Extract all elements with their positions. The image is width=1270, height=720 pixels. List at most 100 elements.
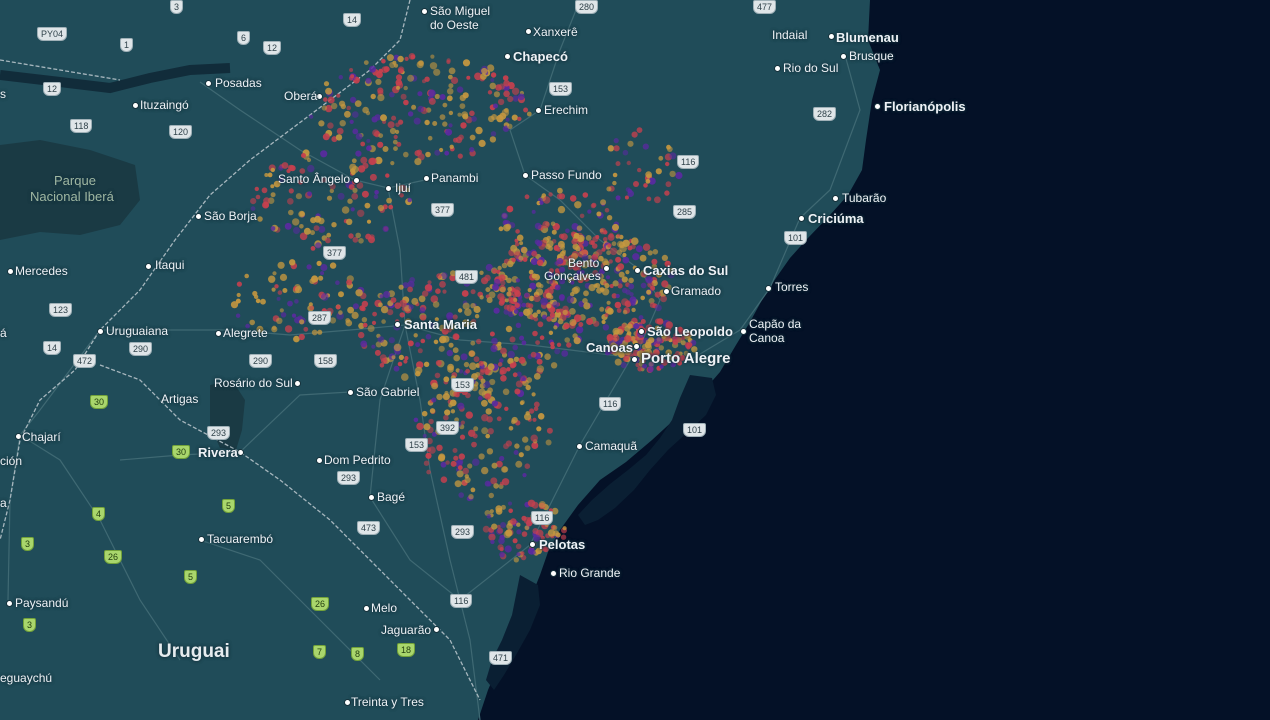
place-label-paysandu[interactable]: Paysandú — [15, 597, 68, 610]
place-label-sao-miguel[interactable]: São Miguel — [430, 5, 490, 18]
city-marker[interactable] — [832, 195, 839, 202]
place-label-santo-angelo[interactable]: Santo Ângelo — [278, 173, 350, 186]
city-marker[interactable] — [132, 102, 139, 109]
city-marker[interactable] — [633, 343, 640, 350]
place-label-obera[interactable]: Oberá — [284, 90, 317, 103]
city-marker[interactable] — [363, 605, 370, 612]
city-marker[interactable] — [6, 600, 13, 607]
city-marker[interactable] — [294, 380, 301, 387]
city-marker[interactable] — [529, 541, 536, 548]
city-marker[interactable] — [550, 570, 557, 577]
place-label-itaqui[interactable]: Itaqui — [155, 259, 184, 272]
city-marker[interactable] — [663, 288, 670, 295]
place-label-indaial[interactable]: Indaial — [772, 29, 807, 42]
place-label-xanxere[interactable]: Xanxerê — [533, 26, 578, 39]
city-marker[interactable] — [874, 103, 881, 110]
place-label-treinta[interactable]: Treinta y Tres — [351, 696, 424, 709]
city-marker[interactable] — [205, 80, 212, 87]
city-marker[interactable] — [316, 457, 323, 464]
city-marker[interactable] — [97, 328, 104, 335]
place-label-blumenau[interactable]: Blumenau — [836, 31, 899, 44]
place-label-gramado[interactable]: Gramado — [671, 285, 721, 298]
city-marker[interactable] — [638, 328, 645, 335]
place-label-erechim[interactable]: Erechim — [544, 104, 588, 117]
city-marker[interactable] — [828, 33, 835, 40]
place-label-posadas[interactable]: Posadas — [215, 77, 262, 90]
city-marker[interactable] — [433, 626, 440, 633]
place-label-canoas[interactable]: Canoas — [586, 341, 633, 354]
city-marker[interactable] — [631, 356, 638, 363]
place-label-tacuarembo[interactable]: Tacuarembó — [207, 533, 273, 546]
place-label-capao-1[interactable]: Capão da — [749, 318, 801, 331]
city-marker[interactable] — [774, 65, 781, 72]
place-label-do-oeste[interactable]: do Oeste — [430, 19, 479, 32]
place-label-passo-fundo[interactable]: Passo Fundo — [531, 169, 602, 182]
city-marker[interactable] — [576, 443, 583, 450]
place-label-pelotas[interactable]: Pelotas — [539, 538, 585, 551]
place-label-jaguarao[interactable]: Jaguarão — [381, 624, 431, 637]
city-marker[interactable] — [353, 177, 360, 184]
place-label-brusque[interactable]: Brusque — [849, 50, 894, 63]
place-label-rio-do-sul[interactable]: Rio do Sul — [783, 62, 838, 75]
place-label-mercedes[interactable]: Mercedes — [15, 265, 68, 278]
place-label-park-1[interactable]: Parque — [54, 173, 96, 188]
place-label-frag-a[interactable]: á — [0, 327, 7, 340]
place-label-rivera[interactable]: Rivera — [198, 446, 238, 459]
place-label-bento-2[interactable]: Gonçalves — [544, 270, 601, 283]
city-marker[interactable] — [195, 213, 202, 220]
city-marker[interactable] — [535, 107, 542, 114]
city-marker[interactable] — [145, 263, 152, 270]
city-marker[interactable] — [798, 215, 805, 222]
city-marker[interactable] — [15, 433, 22, 440]
place-label-panambi[interactable]: Panambi — [431, 172, 478, 185]
city-marker[interactable] — [385, 185, 392, 192]
place-label-park-2[interactable]: Nacional Iberá — [30, 189, 114, 204]
city-marker[interactable] — [525, 28, 532, 35]
place-label-frag-s[interactable]: s — [0, 88, 6, 101]
place-label-caxias[interactable]: Caxias do Sul — [643, 264, 728, 277]
city-marker[interactable] — [634, 267, 641, 274]
city-marker[interactable] — [347, 389, 354, 396]
place-label-torres[interactable]: Torres — [775, 281, 808, 294]
city-marker[interactable] — [394, 321, 401, 328]
city-marker[interactable] — [215, 330, 222, 337]
place-label-florianopolis[interactable]: Florianópolis — [884, 100, 966, 113]
place-label-alegrete[interactable]: Alegrete — [223, 327, 268, 340]
city-marker[interactable] — [344, 699, 351, 706]
place-label-sao-borja[interactable]: São Borja — [204, 210, 257, 223]
city-marker[interactable] — [7, 268, 14, 275]
place-label-frag-cion[interactable]: ción — [0, 455, 22, 468]
city-marker[interactable] — [421, 8, 428, 15]
city-marker[interactable] — [237, 449, 244, 456]
place-label-santa-maria[interactable]: Santa Maria — [404, 318, 477, 331]
place-label-sao-gabriel[interactable]: São Gabriel — [356, 386, 419, 399]
map-canvas[interactable]: PY04 280 477 14 6 1 12 3 12 118 120 153 282 116 285 377… — [0, 0, 1270, 720]
place-label-melo[interactable]: Melo — [371, 602, 397, 615]
city-marker[interactable] — [423, 175, 430, 182]
place-label-uruguai[interactable]: Uruguai — [158, 642, 230, 661]
place-label-artigas[interactable]: Artigas — [161, 393, 198, 406]
place-label-criciuma[interactable]: Criciúma — [808, 212, 864, 225]
place-label-camaqua[interactable]: Camaquã — [585, 440, 637, 453]
place-label-chapeco[interactable]: Chapecó — [513, 50, 568, 63]
city-marker[interactable] — [504, 53, 511, 60]
place-label-rosario[interactable]: Rosário do Sul — [214, 377, 293, 390]
place-label-porto-alegre[interactable]: Porto Alegre — [641, 351, 730, 366]
place-label-eguaychu[interactable]: eguaychú — [0, 672, 52, 685]
city-marker[interactable] — [840, 53, 847, 60]
city-marker[interactable] — [740, 328, 747, 335]
place-label-bage[interactable]: Bagé — [377, 491, 405, 504]
place-label-sao-leopoldo[interactable]: São Leopoldo — [647, 325, 733, 338]
place-label-chajari[interactable]: Chajarí — [22, 431, 61, 444]
place-label-tubarao[interactable]: Tubarão — [842, 192, 886, 205]
place-label-uruguaiana[interactable]: Uruguaiana — [106, 325, 168, 338]
city-marker[interactable] — [603, 265, 610, 272]
city-marker[interactable] — [765, 285, 772, 292]
place-label-ituzaingo[interactable]: Ituzaingó — [140, 99, 189, 112]
city-marker[interactable] — [198, 536, 205, 543]
place-label-rio-grande[interactable]: Rio Grande — [559, 567, 620, 580]
city-marker[interactable] — [368, 494, 375, 501]
place-label-frag-dot[interactable]: a — [0, 497, 7, 510]
place-label-dom-pedrito[interactable]: Dom Pedrito — [324, 454, 391, 467]
place-label-ijui[interactable]: Ijuí — [395, 182, 411, 195]
